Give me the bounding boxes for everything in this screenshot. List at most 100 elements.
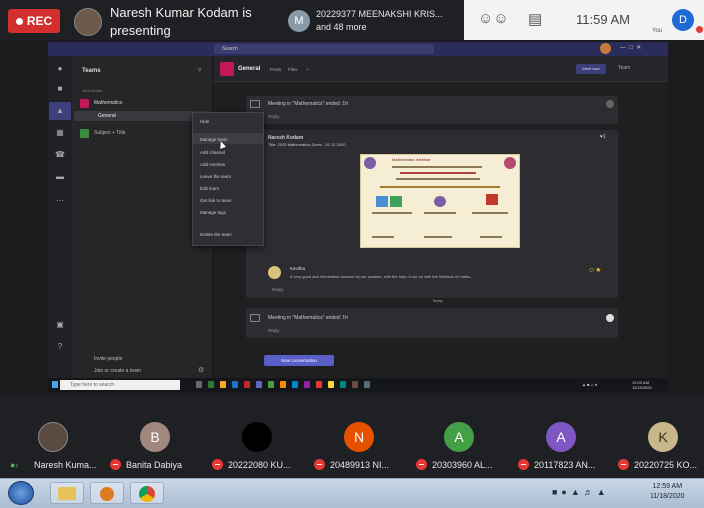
poster-text-line (396, 178, 480, 180)
teams-icon[interactable] (256, 381, 262, 388)
chrome-icon[interactable] (328, 381, 334, 388)
poster-text-line (480, 236, 502, 238)
invite-people-link[interactable]: Invite people (94, 356, 122, 362)
participant-avatar[interactable]: A (546, 422, 576, 452)
poster-text-line (472, 212, 508, 214)
tab-files[interactable]: Files (288, 67, 298, 72)
team-avatar (80, 99, 89, 108)
reply-link[interactable]: Reply (268, 328, 280, 333)
reply-link[interactable]: Reply (268, 114, 280, 119)
remote-clock: 12:02 AM 11/19/2020 (632, 380, 652, 390)
reply-avatar (268, 266, 281, 279)
channel-name: General (98, 113, 116, 119)
app-icon[interactable] (340, 381, 346, 388)
app-icon[interactable] (364, 381, 370, 388)
poster-photo (390, 196, 402, 207)
new-conversation-button[interactable]: New conversation (264, 355, 334, 366)
apps-icon[interactable]: ▣ (54, 320, 66, 332)
participant-avatar[interactable]: A (444, 422, 474, 452)
folder-icon[interactable] (220, 381, 226, 388)
meeting-ended-card (246, 308, 618, 338)
menu-item-manage-tags[interactable]: Manage tags (200, 210, 226, 215)
system-tray[interactable]: ▲ ■ ♫ ● (582, 382, 597, 387)
reply-link[interactable]: Reply (272, 287, 284, 292)
media-player-taskbar-button[interactable] (90, 482, 124, 504)
team-item-second[interactable]: Subject + Title (94, 130, 126, 136)
app-icon[interactable] (292, 381, 298, 388)
menu-item-hide[interactable]: Hide (200, 119, 209, 124)
calls-icon[interactable]: ☎ (54, 150, 66, 162)
taskbar-search-input[interactable]: Type here to search (60, 380, 180, 390)
reaction-icon[interactable]: ☺★ (588, 266, 601, 274)
menu-item-delete-team[interactable]: Delete the team (200, 232, 232, 237)
menu-item-get-link[interactable]: Get link to team (200, 198, 232, 203)
window-controls[interactable]: — □ ✕ (620, 44, 641, 51)
host-system-tray[interactable]: ■●▲♬▲ (552, 487, 610, 497)
windows-start-orb-icon[interactable] (8, 481, 34, 505)
task-view-icon[interactable] (196, 381, 202, 388)
participant-avatar-naresh[interactable] (38, 422, 68, 452)
files-icon[interactable]: ▬ (54, 172, 66, 184)
chat-rail-icon[interactable]: ■ (54, 84, 66, 96)
poster-text-line (400, 172, 476, 174)
join-create-team-link[interactable]: Join or create a team (94, 368, 141, 374)
muted-mic-icon (212, 459, 223, 470)
muted-mic-icon (110, 459, 121, 470)
calendar-icon[interactable]: ▦ (54, 128, 66, 140)
muted-mic-icon (518, 459, 529, 470)
like-icon[interactable]: ♥1 (600, 134, 606, 140)
camera-icon (250, 100, 260, 108)
menu-item-leave-team[interactable]: Leave the team (200, 174, 231, 179)
app-icon[interactable] (244, 381, 250, 388)
participant-name: Banita Dabiya (126, 460, 183, 470)
poster-text-line (424, 212, 456, 214)
poster-text-line (372, 236, 394, 238)
menu-item-add-channel[interactable]: Add channel (200, 150, 225, 155)
participant-avatar (606, 100, 614, 108)
teams-rail-icon[interactable]: ▲ (54, 106, 66, 118)
app-icon[interactable] (208, 381, 214, 388)
teams-search-input[interactable]: Search (214, 44, 434, 54)
muted-mic-icon (416, 459, 427, 470)
activity-icon[interactable]: ● (54, 64, 66, 76)
participant-avatar[interactable] (242, 422, 272, 452)
edge-icon[interactable] (232, 381, 238, 388)
app-icon[interactable] (268, 381, 274, 388)
meet-now-button[interactable]: Meet now (576, 64, 606, 74)
poster-photo (434, 196, 446, 207)
others-participants-text[interactable]: 20229377 MEENAKSHI KRIS... and 48 more (316, 8, 446, 34)
tab-posts[interactable]: Posts (270, 67, 281, 72)
gear-icon[interactable]: ⚙ (198, 366, 204, 374)
muted-mic-icon (618, 459, 629, 470)
team-name: Mathematics (94, 100, 123, 106)
participant-avatar[interactable]: K (648, 422, 678, 452)
help-icon[interactable]: ? (54, 342, 66, 354)
menu-item-edit-team[interactable]: Edit team (200, 186, 219, 191)
app-icon[interactable] (316, 381, 322, 388)
tab-add[interactable]: + (306, 67, 309, 72)
chat-icon[interactable]: ▤ (528, 10, 542, 28)
menu-item-add-member[interactable]: Add member (200, 162, 226, 167)
participant-avatar[interactable]: N (344, 422, 374, 452)
explorer-taskbar-button[interactable] (50, 482, 84, 504)
team-info-button[interactable]: Team (618, 65, 630, 71)
more-apps-icon[interactable]: ⋯ (54, 196, 66, 208)
self-avatar[interactable]: D (672, 9, 694, 31)
chrome-taskbar-button[interactable] (130, 482, 164, 504)
post-subject: Title: 2020 Mathematics-Zoom - 20 12 202… (268, 142, 346, 147)
people-icon[interactable]: ☺☺ (478, 10, 509, 27)
app-icon[interactable] (352, 381, 358, 388)
host-time: 12:59 AM (652, 483, 683, 490)
folder-icon (58, 487, 76, 500)
channel-item-general[interactable] (74, 111, 210, 121)
host-date: 11/18/2020 (650, 493, 685, 500)
presenter-status: Naresh Kumar Kodam is presenting (110, 5, 252, 38)
app-icon[interactable] (280, 381, 286, 388)
windows-start-icon[interactable] (52, 381, 58, 388)
participant-avatar[interactable]: B (140, 422, 170, 452)
teams-user-avatar[interactable] (600, 43, 611, 54)
filter-icon[interactable]: ▿ (198, 66, 202, 74)
date-separator: Today (432, 298, 443, 303)
poster-text-line (372, 212, 412, 214)
app-icon[interactable] (304, 381, 310, 388)
